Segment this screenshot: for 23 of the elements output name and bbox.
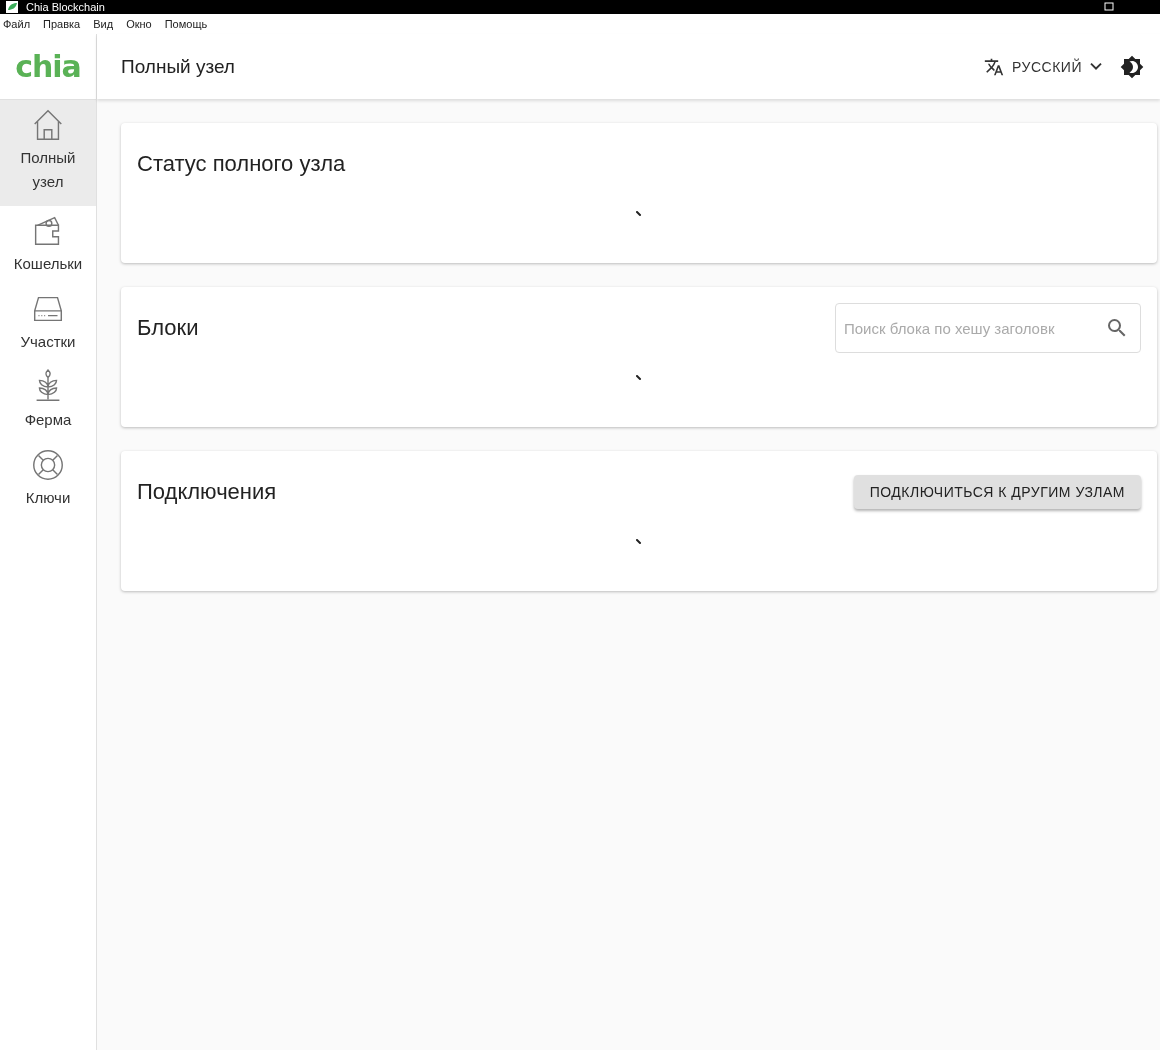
nav-item[interactable]: Полный узел [0,100,96,206]
card-title: Подключения [137,479,277,505]
menu-item[interactable]: Помощь [164,18,208,30]
maximize-icon[interactable] [1104,2,1114,12]
nav-item[interactable]: Участки [0,284,96,362]
nav-item[interactable]: Ключи [0,440,96,518]
menu-item[interactable]: Файл [3,18,31,30]
chevron-down-icon [1090,63,1102,70]
menu-item[interactable]: Правка [43,18,81,30]
search-field[interactable]: Поиск блока по хешу заголовк [835,303,1141,353]
menu-item[interactable]: Вид [93,18,114,30]
menu-item[interactable]: Окно [126,18,152,30]
page-title: Полный узел [121,55,235,78]
logo: chia [15,49,81,84]
nav-item[interactable]: Кошельки [0,206,96,284]
translate-icon [984,56,1005,77]
card-title: Блоки [137,315,199,341]
window-title: Chia Blockchain [26,0,105,14]
language-button[interactable]: РУССКИЙ [978,55,1108,78]
nav-item[interactable]: Ферма [0,362,96,440]
card-title: Статус полного узла [137,151,346,177]
theme-toggle-icon[interactable] [1120,54,1144,79]
connect-button[interactable]: ПОДКЛЮЧИТЬСЯ К ДРУГИМ УЗЛАМ [853,475,1141,509]
